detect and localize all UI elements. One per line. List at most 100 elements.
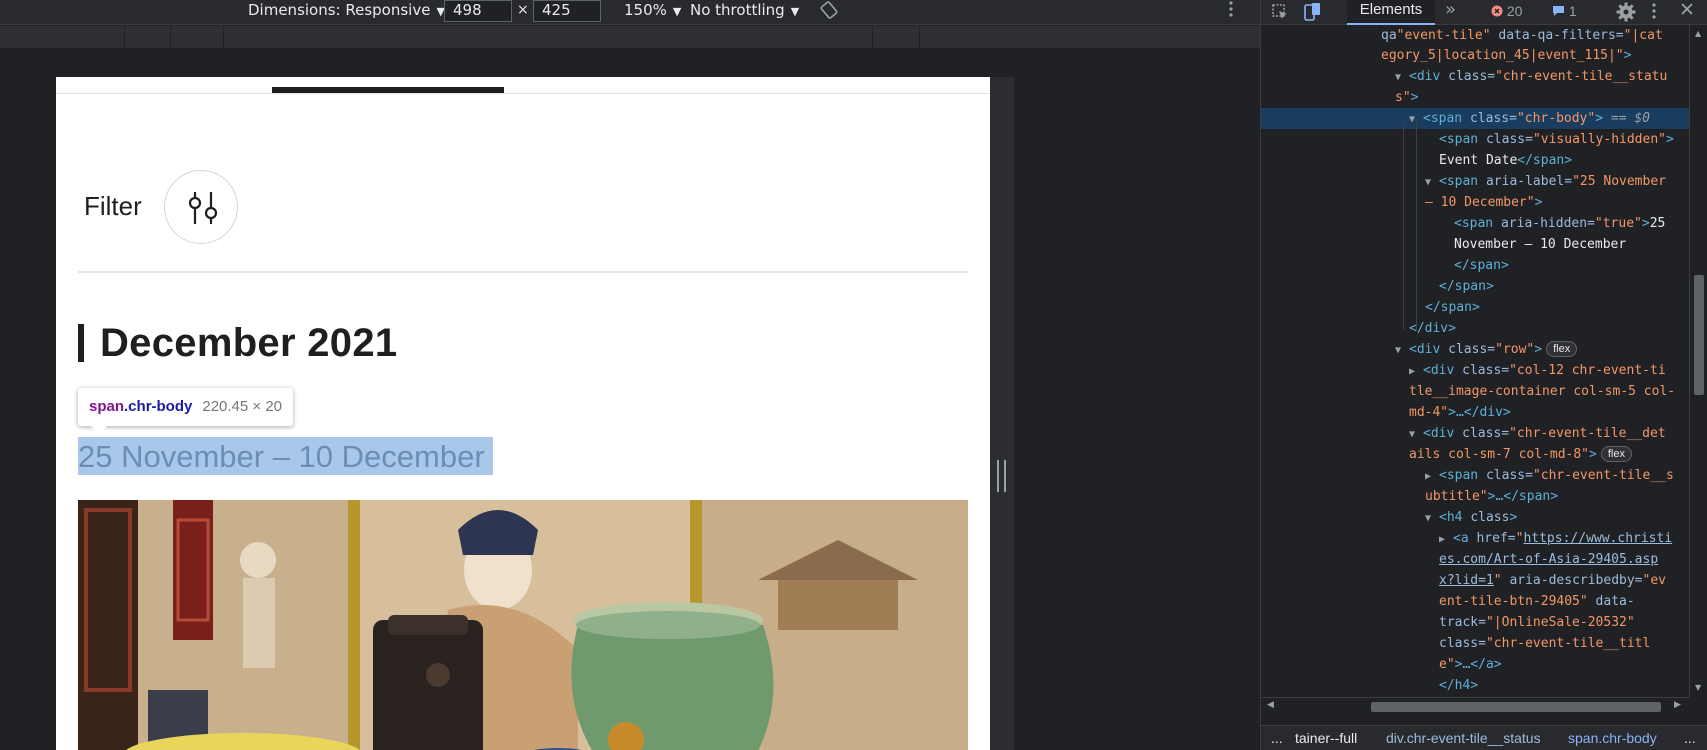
dom-line[interactable]: ▶ <a href="https://www.christi [1439, 528, 1672, 549]
dom-line[interactable]: ▶ <span class="chr-event-tile__s [1425, 465, 1674, 486]
height-input[interactable]: 425 [533, 0, 601, 22]
dom-line[interactable]: </span> [1425, 297, 1480, 318]
dom-line[interactable]: </h4> [1439, 675, 1478, 696]
gear-icon[interactable] [1616, 2, 1636, 26]
dom-line[interactable]: tle__image-container col-sm-5 col- [1409, 381, 1675, 402]
breadcrumb-overflow[interactable]: ... [1684, 726, 1696, 750]
rotate-icon[interactable] [820, 1, 838, 26]
filter-label: Filter [84, 191, 142, 221]
dom-line[interactable]: s"> [1395, 87, 1418, 108]
devtools-menu-icon[interactable] [1651, 2, 1657, 24]
viewport-resize-handle[interactable] [997, 460, 1006, 492]
dom-line-selected[interactable]: ▼ <span class="chr-body"> == $0 [1409, 108, 1650, 129]
dom-line[interactable]: egory_5|location_45|event_115|"> [1381, 45, 1631, 66]
more-options-icon[interactable] [1228, 0, 1234, 25]
dimensions-dropdown[interactable]: Dimensions: Responsive ▼ [248, 0, 445, 25]
times-sign: × [517, 2, 529, 18]
dom-line[interactable]: ails col-sm-7 col-md-8"> flex [1409, 444, 1632, 465]
dom-tree[interactable]: qa"event-tile" data-qa-filters="|cat ego… [1261, 25, 1689, 697]
tooltip-arrow [90, 425, 108, 434]
width-input[interactable]: 498 [444, 0, 512, 22]
dom-line[interactable]: </div> [1409, 318, 1456, 339]
filter-button[interactable] [164, 170, 238, 244]
dimensions-label: Dimensions: Responsive [248, 1, 431, 19]
dom-line[interactable]: ▼ <div class="chr-event-tile__statu [1395, 66, 1667, 87]
dom-line[interactable]: es.com/Art-of-Asia-29405.asp [1439, 549, 1658, 570]
scroll-up-icon[interactable]: ▲ [1695, 29, 1701, 38]
messages-badge[interactable]: 1 [1552, 1, 1577, 21]
scrollbar-thumb[interactable] [1371, 702, 1661, 712]
dom-line[interactable]: ubtitle">…</span> [1425, 486, 1558, 507]
device-toolbar: Dimensions: Responsive ▼ 498 × 425 150% ▼ … [0, 0, 1260, 25]
collapse-triangle-icon[interactable]: ▶ [1425, 466, 1439, 487]
dom-line[interactable]: x?lid=1" aria-describedby="ev [1439, 570, 1666, 591]
collapse-triangle-icon[interactable]: ▶ [1409, 361, 1423, 382]
dom-line[interactable]: </span> [1439, 276, 1494, 297]
dom-line[interactable]: <span class="visually-hidden"> [1439, 129, 1674, 150]
dom-line[interactable]: Event Date</span> [1439, 150, 1572, 171]
scroll-left-icon[interactable]: ◀ [1267, 700, 1274, 710]
expand-triangle-icon[interactable]: ▼ [1425, 172, 1439, 193]
devtools-toolbar: Elements » 20 1 [1261, 0, 1707, 25]
breadcrumb-item[interactable]: div.chr-event-tile__status [1386, 726, 1541, 750]
flex-badge[interactable]: flex [1600, 446, 1632, 462]
close-icon[interactable] [1680, 2, 1694, 20]
asian-art-painting [78, 500, 968, 750]
dom-line[interactable]: ▼ <span aria-label="25 November [1425, 171, 1666, 192]
scrollbar-thumb[interactable] [1694, 275, 1704, 395]
errors-count: 20 [1506, 3, 1523, 19]
dom-line[interactable]: e">…</a> [1439, 654, 1502, 675]
href-link[interactable]: https://www.christi [1523, 531, 1672, 546]
collapse-triangle-icon[interactable]: ▶ [1439, 529, 1453, 550]
media-query-ruler[interactable] [0, 26, 1260, 48]
dom-line[interactable]: November – 10 December [1454, 234, 1626, 255]
expand-triangle-icon[interactable]: ▼ [1409, 424, 1423, 445]
dom-line[interactable]: ▶ <div class="col-12 chr-event-ti [1409, 360, 1666, 381]
event-date: 25 November – 10 December [78, 439, 485, 474]
messages-count: 1 [1568, 3, 1577, 19]
dom-line[interactable]: md-4">…</div> [1409, 402, 1511, 423]
breadcrumb-overflow[interactable]: ... [1271, 726, 1283, 750]
tooltip-class: .chr-body [124, 398, 193, 415]
tab-elements[interactable]: Elements [1347, 0, 1435, 25]
device-toggle-icon[interactable] [1304, 2, 1322, 26]
error-icon [1491, 5, 1503, 17]
dom-line[interactable]: ent-tile-btn-29405" data- [1439, 591, 1635, 612]
href-link[interactable]: x?lid=1 [1439, 573, 1494, 588]
breadcrumb: ... tainer--full div.chr-event-tile__sta… [1261, 725, 1707, 750]
dom-line[interactable]: ▼ <div class="row"> flex [1395, 339, 1578, 361]
dom-line[interactable]: <span aria-hidden="true">25 [1454, 213, 1665, 234]
inspector-tooltip: span.chr-body 220.45 × 20 [78, 388, 294, 426]
vertical-scrollbar[interactable]: ▲ ▼ [1689, 25, 1707, 697]
flex-badge[interactable]: flex [1546, 341, 1578, 357]
filter-sliders-icon [188, 192, 218, 224]
inspect-element-icon[interactable] [1271, 3, 1289, 25]
zoom-dropdown[interactable]: 150% ▼ [624, 0, 681, 25]
chevron-down-icon: ▼ [672, 5, 682, 18]
breadcrumb-item[interactable]: tainer--full [1295, 726, 1357, 750]
expand-triangle-icon[interactable]: ▼ [1395, 340, 1409, 361]
more-tabs-button[interactable]: » [1445, 1, 1456, 19]
scroll-right-icon[interactable]: ▶ [1674, 700, 1681, 710]
dom-line[interactable]: track="|OnlineSale-20532" [1439, 612, 1635, 633]
event-image[interactable] [78, 500, 968, 750]
breadcrumb-item-active[interactable]: span.chr-body [1568, 726, 1657, 750]
device-emulation-area: Dimensions: Responsive ▼ 498 × 425 150% ▼ … [0, 0, 1260, 750]
dom-line[interactable]: class="chr-event-tile__titl [1439, 633, 1650, 654]
filter-divider [78, 271, 968, 273]
expand-triangle-icon[interactable]: ▼ [1425, 508, 1439, 529]
dom-line[interactable]: </span> [1454, 255, 1509, 276]
errors-badge[interactable]: 20 [1491, 1, 1522, 21]
throttling-dropdown[interactable]: No throttling ▼ [690, 0, 799, 25]
dom-line[interactable]: ▼ <h4 class> [1425, 507, 1517, 528]
dom-line[interactable]: ▼ <div class="chr-event-tile__det [1409, 423, 1666, 444]
href-link[interactable]: es.com/Art-of-Asia-29405.asp [1439, 552, 1658, 567]
dom-line[interactable]: qa"event-tile" data-qa-filters="|cat [1381, 25, 1663, 46]
horizontal-scrollbar[interactable]: ◀ ▶ [1261, 697, 1689, 715]
expand-triangle-icon[interactable]: ▼ [1395, 67, 1409, 88]
scroll-down-icon[interactable]: ▼ [1695, 683, 1701, 692]
dom-line[interactable]: – 10 December"> [1425, 192, 1542, 213]
expand-triangle-icon[interactable]: ▼ [1409, 109, 1423, 130]
zoom-label: 150% [624, 1, 667, 19]
emulated-viewport: Filter December 2021 25 November – 10 De… [56, 77, 990, 750]
